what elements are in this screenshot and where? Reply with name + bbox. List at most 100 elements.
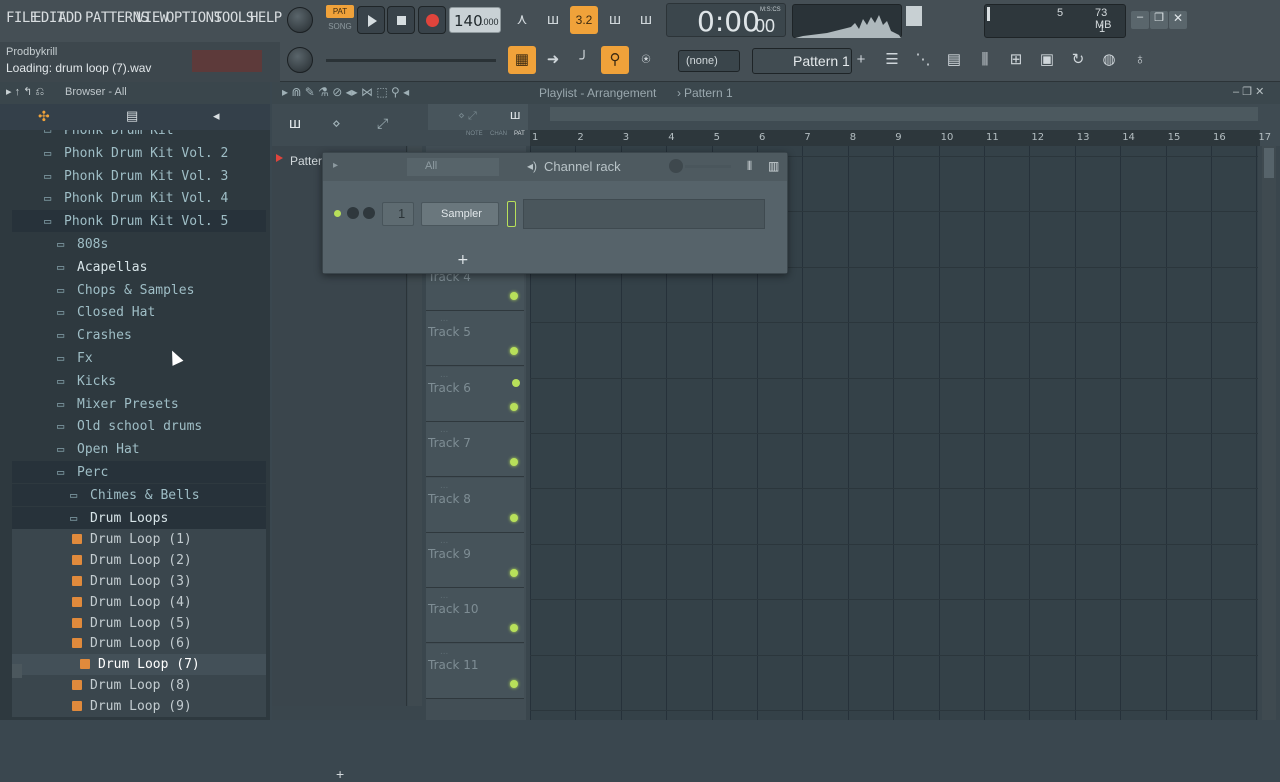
link-icon[interactable]: ⚲ xyxy=(601,46,629,74)
wait-input-icon[interactable]: ш xyxy=(539,6,567,34)
restore-icon[interactable]: ❐ xyxy=(1150,11,1168,29)
stamp-icon[interactable]: ⍟ xyxy=(632,46,660,74)
folder-item[interactable]: ▭ Phonk Drum Kit Vol. 5 xyxy=(12,210,266,233)
channel-select-indicator[interactable] xyxy=(507,201,516,227)
track-header[interactable]: ... Track 9 xyxy=(426,533,524,588)
subfolder-item[interactable]: ▭ Acapellas xyxy=(12,256,266,278)
arrow-right-icon[interactable]: ➜ xyxy=(539,46,567,74)
stop-button[interactable] xyxy=(387,6,415,34)
track-header[interactable]: ... Track 11 xyxy=(426,643,524,699)
add-pattern-icon[interactable]: + xyxy=(853,46,869,74)
file-item[interactable]: Drum Loop (5) xyxy=(12,612,266,634)
browser-nav-icons[interactable]: ▸ ↑ ↰ ⎌ xyxy=(6,85,44,99)
file-item[interactable]: Drum Loop (4) xyxy=(12,591,266,613)
file-item[interactable]: Drum Loop (8) xyxy=(12,675,266,696)
subfolder-item[interactable]: ▭ 808s xyxy=(12,233,266,255)
track-header[interactable]: ... Track 7 xyxy=(426,422,524,478)
menu-add[interactable]: ADD xyxy=(58,10,82,26)
subfolder-item[interactable]: ▭ Closed Hat xyxy=(12,301,266,323)
step-edit-button[interactable]: 3.2 xyxy=(570,6,598,34)
record-button[interactable] xyxy=(418,6,446,34)
time-display[interactable]: 0:00 00 M:S:CS xyxy=(666,3,786,38)
pat-song-toggle[interactable]: PAT SONG xyxy=(326,5,354,33)
perc-subfolder-item[interactable]: ▭ Drum Loops xyxy=(12,506,266,529)
add-channel-button[interactable]: + xyxy=(457,252,469,268)
browser-speaker-icon[interactable]: ◂ xyxy=(213,108,220,124)
file-item[interactable]: Drum Loop (2) xyxy=(12,550,266,572)
pattern-mode-icon[interactable]: ш xyxy=(510,107,520,122)
volume-slider[interactable] xyxy=(906,6,922,26)
channel-steps-area[interactable] xyxy=(523,199,765,229)
track-mute-led[interactable] xyxy=(512,379,520,387)
graph-editor-icon[interactable]: ⫴ xyxy=(747,159,752,174)
track-header[interactable]: ... Track 8 xyxy=(426,477,524,533)
track-header[interactable]: ... Track 5 xyxy=(426,311,524,367)
scroll-thumb[interactable] xyxy=(1264,148,1274,178)
add-track-button[interactable]: + xyxy=(336,766,344,782)
track-mute-led[interactable] xyxy=(510,458,518,467)
playlist-vertical-scrollbar[interactable] xyxy=(1262,146,1276,720)
track-mute-led[interactable] xyxy=(510,347,518,356)
subfolder-item[interactable]: ▭ Fx xyxy=(12,347,266,369)
minimize-icon[interactable]: – xyxy=(1131,11,1149,29)
file-item-selected[interactable]: Drum Loop (7) xyxy=(12,654,266,676)
track-header[interactable]: ... Track 10 xyxy=(426,588,524,644)
subfolder-item[interactable]: ▭ Perc xyxy=(12,461,266,483)
track-mute-led[interactable] xyxy=(510,402,518,411)
subfolder-item[interactable]: ▭ Mixer Presets xyxy=(12,393,266,415)
track-header[interactable]: ... Track 6 xyxy=(426,366,524,422)
pattern-select[interactable]: Pattern 1 xyxy=(752,48,852,74)
curve-icon[interactable]: ╯ xyxy=(570,46,598,74)
plugin-picker-icon[interactable]: ⊞ xyxy=(1002,46,1030,74)
metronome-icon[interactable]: ⋏ xyxy=(508,6,536,34)
folder-item[interactable]: ▭ Phonk Drum Kit Vol. 2 xyxy=(12,142,266,164)
channel-mute-led[interactable] xyxy=(334,210,341,217)
file-item[interactable]: Drum Loop (9) xyxy=(12,695,266,717)
master-pitch-slider[interactable] xyxy=(326,59,496,62)
undo-history-icon[interactable]: ↻ xyxy=(1064,46,1092,74)
channel-filter-select[interactable]: All xyxy=(407,158,499,176)
swing-knob[interactable] xyxy=(669,159,683,173)
browser-star-icon[interactable]: ✣ xyxy=(38,108,50,125)
tempo-display[interactable]: 140 .000 xyxy=(449,7,501,33)
file-item[interactable]: Drum Loop (1) xyxy=(12,529,266,551)
playlist-window-controls[interactable]: – ❐ ✕ xyxy=(1233,85,1264,98)
track-mute-led[interactable] xyxy=(510,624,518,633)
folder-item[interactable]: ▭ Phonk Drum Kit Vol. 3 xyxy=(12,165,266,187)
channel-mixer-track[interactable]: 1 xyxy=(382,202,414,226)
loop-record-icon[interactable]: ш xyxy=(632,6,660,34)
playlist-tools-icons[interactable]: ▸ ⋒ ✎ ⚗ ⊘ ◂▸ ⋈ ⬚ ⚲ ◂ xyxy=(282,85,409,99)
subfolder-item[interactable]: ▭ Chops & Samples xyxy=(12,279,266,301)
step-sequencer-icon[interactable]: ▥ xyxy=(768,159,779,173)
mixer-icon[interactable]: ⫼ xyxy=(971,46,999,74)
subfolder-item[interactable]: ▭ Kicks xyxy=(12,370,266,392)
track-mute-led[interactable] xyxy=(510,292,518,300)
folder-item[interactable]: ▭ Phonk Drum Kit xyxy=(12,130,266,141)
menu-help[interactable]: HELP xyxy=(250,10,282,26)
automation-icon[interactable]: ⤢ xyxy=(377,115,388,132)
folder-item[interactable]: ▭ Phonk Drum Kit Vol. 4 xyxy=(12,187,266,209)
chat-icon[interactable]: ◍ xyxy=(1095,46,1123,74)
wave-icon[interactable]: ⋄ xyxy=(332,115,341,132)
menu-tools[interactable]: TOOLS xyxy=(214,10,254,26)
microphone-icon[interactable]: ♁ xyxy=(1126,46,1154,74)
subfolder-item[interactable]: ▭ Crashes xyxy=(12,324,266,346)
piano-roll-icon[interactable]: ⋱ xyxy=(909,46,937,74)
master-pitch-knob[interactable] xyxy=(287,47,313,73)
timeline-ruler[interactable]: 1 2 3 4 5 6 7 8 9 10 11 12 13 14 15 16 17 xyxy=(530,130,1271,146)
track-mute-led[interactable] xyxy=(510,513,518,522)
channel-rack-icon[interactable]: ▤ xyxy=(940,46,968,74)
track-mute-led[interactable] xyxy=(510,679,518,688)
file-item[interactable]: Drum Loop (3) xyxy=(12,571,266,592)
play-button[interactable] xyxy=(357,6,385,34)
playlist-icon[interactable]: ☰ xyxy=(878,46,906,74)
expand-arrow-icon[interactable]: ▸ xyxy=(333,160,338,171)
file-item[interactable]: Drum Loop (6) xyxy=(12,633,266,655)
close-icon[interactable]: ✕ xyxy=(1169,11,1187,29)
pattern-list-item[interactable]: Patter xyxy=(290,154,322,168)
snap-select[interactable]: (none) xyxy=(678,50,740,72)
menu-view[interactable]: VIEW xyxy=(136,10,168,26)
horizontal-scrollbar[interactable] xyxy=(550,107,1258,121)
track-mute-led[interactable] xyxy=(510,569,518,577)
swing-slider[interactable] xyxy=(685,165,731,168)
